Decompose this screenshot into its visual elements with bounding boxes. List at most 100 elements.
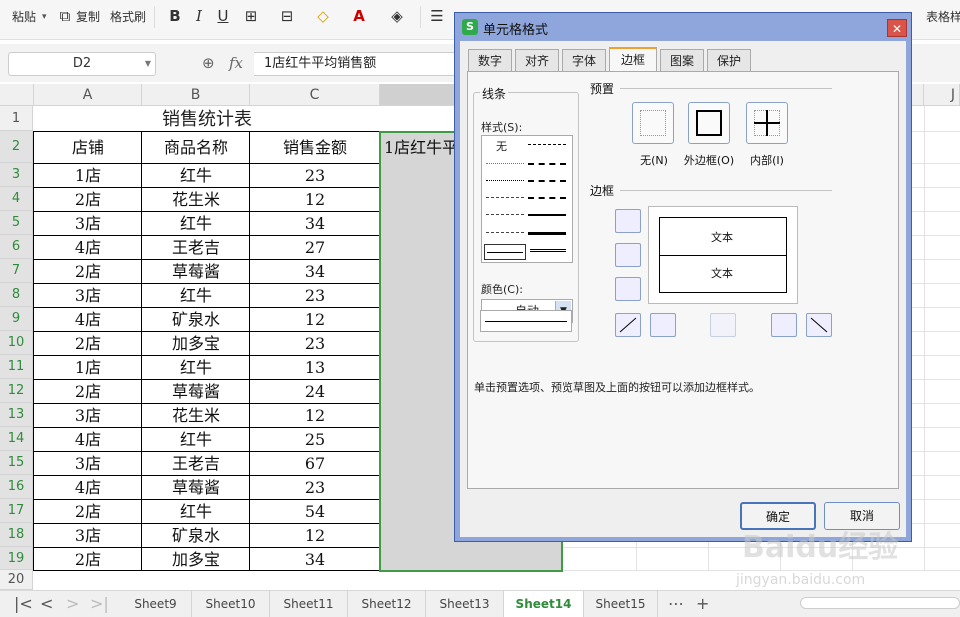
name-box[interactable]: D2 ▼ — [8, 52, 156, 76]
table-cell[interactable]: 25 — [250, 427, 380, 451]
sheet-tab[interactable]: Sheet12 — [348, 591, 426, 617]
preset-outline-button[interactable] — [688, 102, 730, 144]
table-cell[interactable]: 红牛 — [142, 211, 250, 235]
border-top-button[interactable] — [615, 209, 641, 233]
table-cell[interactable]: 2店 — [34, 187, 142, 211]
preset-inside-button[interactable] — [746, 102, 788, 144]
sheet-tab[interactable]: Sheet10 — [192, 591, 270, 617]
table-cell[interactable]: 4店 — [34, 427, 142, 451]
border-center-button[interactable] — [710, 313, 736, 337]
table-cell[interactable]: 4店 — [34, 475, 142, 499]
border-middle-button[interactable] — [615, 243, 641, 267]
column-header-a[interactable]: A — [34, 84, 142, 106]
row-header[interactable]: 13 — [0, 403, 33, 427]
prev-sheet-icon[interactable]: < — [40, 594, 53, 614]
border-diagonal-down-button[interactable] — [806, 313, 832, 337]
line-style-option[interactable] — [486, 180, 524, 181]
table-cell[interactable]: 34 — [250, 211, 380, 235]
column-header-j[interactable]: J — [924, 84, 960, 106]
line-style-option[interactable] — [528, 197, 566, 199]
row-header[interactable]: 16 — [0, 475, 33, 499]
table-cell[interactable]: 加多宝 — [142, 331, 250, 355]
row-header[interactable]: 7 — [0, 259, 33, 283]
table-cell[interactable]: 矿泉水 — [142, 523, 250, 547]
clear-icon[interactable]: ◈ — [388, 6, 406, 26]
table-cell[interactable]: 草莓酱 — [142, 475, 250, 499]
align-left-icon[interactable]: ☰ — [428, 6, 446, 26]
cell-d2[interactable]: 1店红牛平 — [384, 134, 458, 158]
add-sheet-icon[interactable]: + — [696, 594, 709, 614]
row-header[interactable]: 11 — [0, 355, 33, 379]
copy-button[interactable]: 复制 — [76, 8, 100, 26]
formula-input[interactable]: 1店红牛平均销售额 — [254, 52, 464, 76]
line-style-option[interactable] — [486, 232, 524, 233]
table-cell[interactable]: 3店 — [34, 523, 142, 547]
table-cell[interactable]: 27 — [250, 235, 380, 259]
tab-alignment[interactable]: 对齐 — [515, 49, 559, 71]
line-style-option[interactable] — [528, 144, 566, 145]
table-header-cell[interactable]: 商品名称 — [142, 131, 250, 163]
table-cell[interactable]: 23 — [250, 163, 380, 187]
table-cell[interactable]: 2店 — [34, 331, 142, 355]
sheet-tab[interactable]: Sheet9 — [120, 591, 192, 617]
table-cell[interactable]: 红牛 — [142, 355, 250, 379]
table-cell[interactable]: 34 — [250, 259, 380, 283]
row-header[interactable]: 12 — [0, 379, 33, 403]
border-right-button[interactable] — [771, 313, 797, 337]
table-cell[interactable]: 23 — [250, 475, 380, 499]
tab-border[interactable]: 边框 — [609, 47, 657, 71]
table-cell[interactable]: 3店 — [34, 403, 142, 427]
table-cell[interactable]: 12 — [250, 523, 380, 547]
table-cell[interactable]: 矿泉水 — [142, 307, 250, 331]
line-style-option[interactable] — [530, 249, 566, 252]
close-icon[interactable]: ✕ — [887, 19, 907, 37]
italic-button[interactable]: I — [190, 6, 208, 26]
sheet-tab[interactable]: Sheet13 — [426, 591, 504, 617]
row-header[interactable]: 17 — [0, 499, 33, 523]
table-cell[interactable]: 13 — [250, 355, 380, 379]
table-cell[interactable]: 3店 — [34, 451, 142, 475]
row-header[interactable]: 1 — [0, 106, 33, 131]
next-sheet-icon[interactable]: > — [66, 594, 79, 614]
font-color-icon[interactable]: A — [350, 6, 368, 26]
row-header[interactable]: 20 — [0, 570, 33, 590]
first-sheet-icon[interactable]: |< — [14, 594, 33, 614]
table-cell[interactable]: 红牛 — [142, 499, 250, 523]
table-style-button[interactable]: 表格样 — [926, 8, 960, 26]
table-cell[interactable]: 4店 — [34, 235, 142, 259]
table-cell[interactable]: 花生米 — [142, 187, 250, 211]
paste-button[interactable]: 粘贴 — [12, 8, 36, 26]
table-cell[interactable]: 34 — [250, 547, 380, 570]
row-header[interactable]: 19 — [0, 547, 33, 570]
line-style-option[interactable] — [486, 163, 524, 164]
last-sheet-icon[interactable]: >| — [90, 594, 109, 614]
line-style-option[interactable] — [528, 214, 566, 216]
sheet-tab[interactable]: Sheet11 — [270, 591, 348, 617]
select-all-corner[interactable] — [0, 84, 34, 106]
table-cell[interactable]: 加多宝 — [142, 547, 250, 570]
row-header[interactable]: 2 — [0, 131, 33, 163]
table-title[interactable]: 销售统计表 — [34, 107, 380, 131]
row-header[interactable]: 14 — [0, 427, 33, 451]
fx-icon[interactable]: fx — [229, 52, 243, 74]
row-header[interactable]: 8 — [0, 283, 33, 307]
tab-protection[interactable]: 保护 — [707, 49, 751, 71]
table-cell[interactable]: 王老吉 — [142, 235, 250, 259]
table-cell[interactable]: 草莓酱 — [142, 259, 250, 283]
table-cell[interactable]: 王老吉 — [142, 451, 250, 475]
table-cell[interactable]: 54 — [250, 499, 380, 523]
bold-button[interactable]: B — [166, 6, 184, 26]
zoom-icon[interactable]: ⊕ — [202, 52, 215, 74]
line-style-none[interactable]: 无 — [496, 138, 507, 154]
table-cell[interactable]: 23 — [250, 331, 380, 355]
row-header[interactable]: 18 — [0, 523, 33, 547]
tab-font[interactable]: 字体 — [562, 49, 606, 71]
merge-icon[interactable]: ⊟ — [278, 6, 296, 26]
table-cell[interactable]: 1店 — [34, 355, 142, 379]
line-style-option[interactable] — [486, 214, 524, 215]
table-cell[interactable]: 3店 — [34, 211, 142, 235]
table-cell[interactable]: 草莓酱 — [142, 379, 250, 403]
border-diagonal-up-button[interactable] — [615, 313, 641, 337]
line-style-option[interactable] — [528, 180, 566, 182]
table-cell[interactable]: 12 — [250, 307, 380, 331]
